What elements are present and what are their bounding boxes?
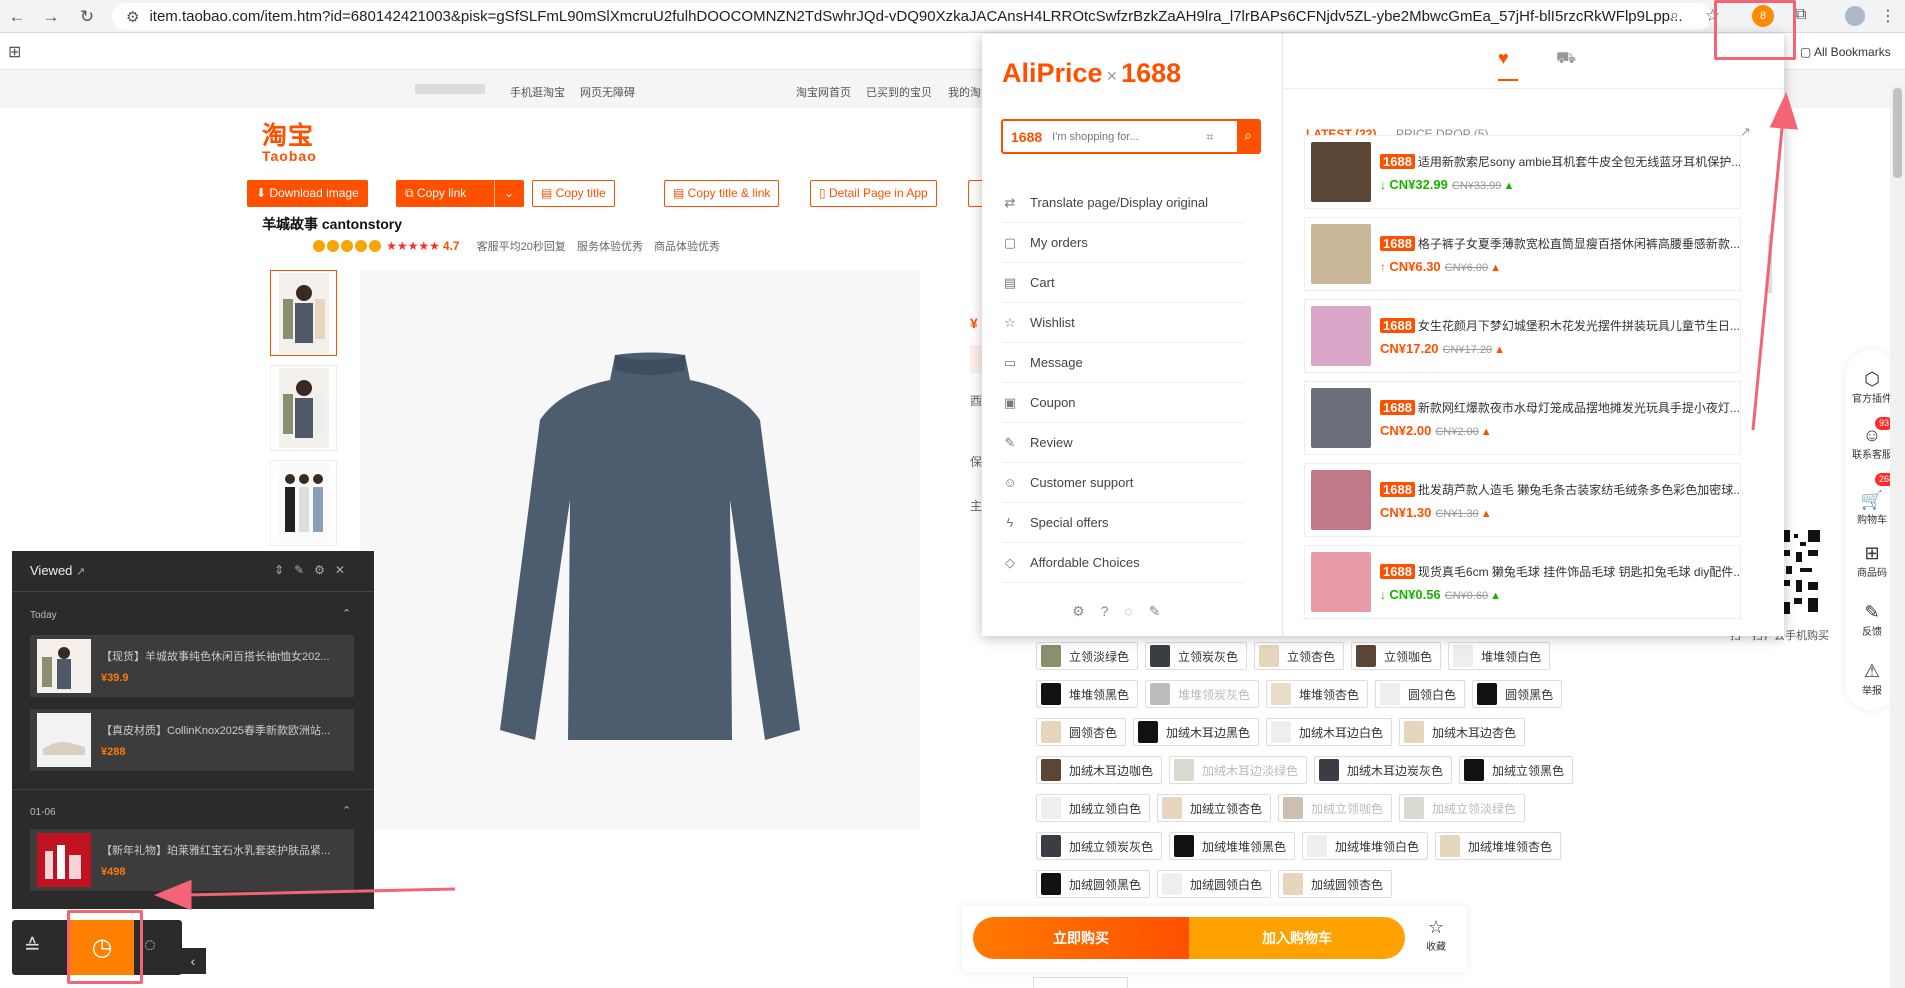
annotation-arrows <box>154 91 1799 911</box>
arrow-left-line <box>184 887 456 897</box>
arrow-left-head <box>154 879 192 911</box>
arrow-up-line <box>1751 117 1785 431</box>
arrow-up-head <box>1769 91 1799 130</box>
